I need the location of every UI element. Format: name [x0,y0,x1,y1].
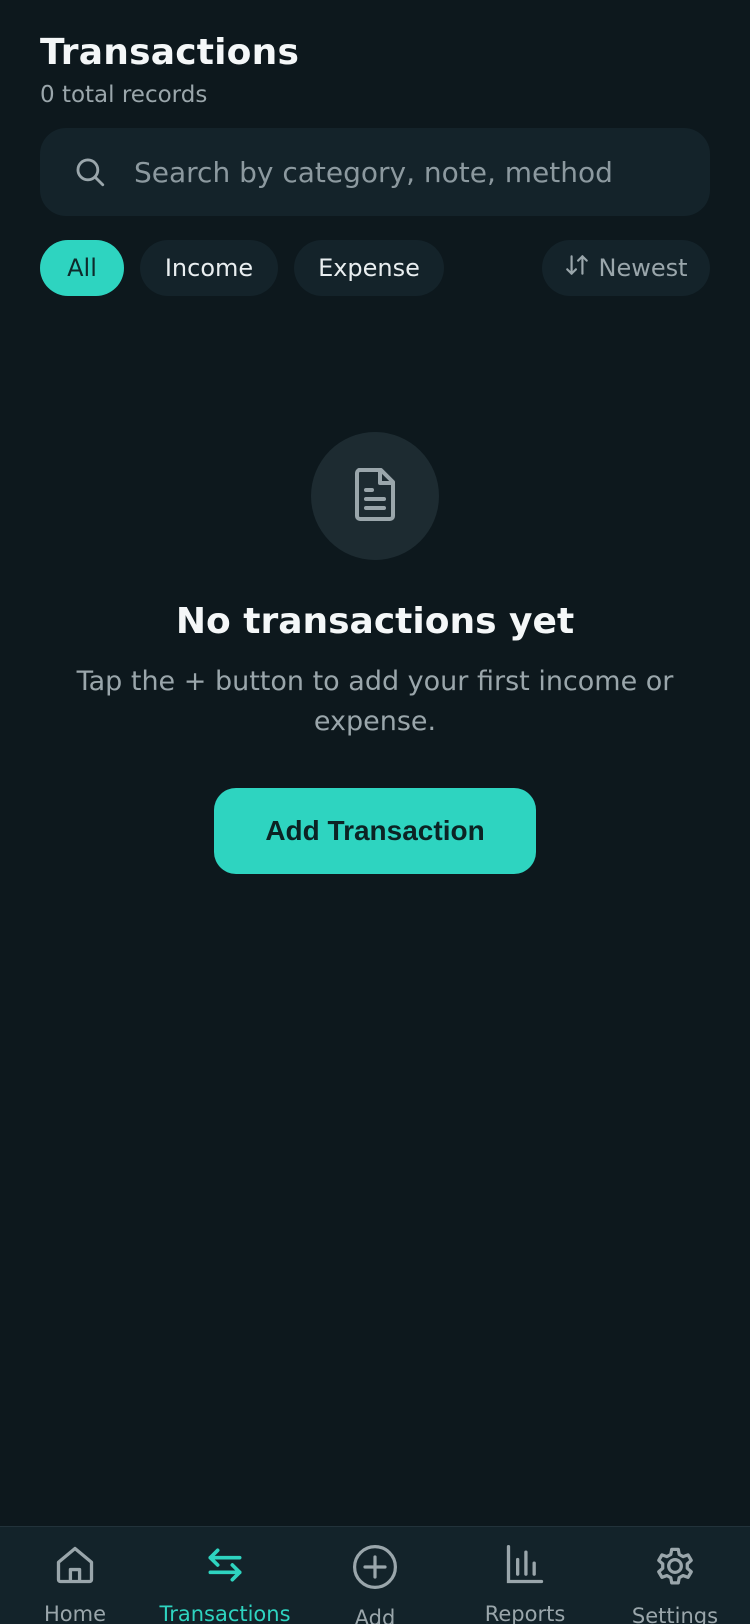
page-header: Transactions 0 total records [40,30,299,110]
nav-item-home[interactable]: Home [0,1527,150,1624]
nav-label-home: Home [43,1602,106,1624]
nav-item-settings[interactable]: Settings [600,1527,750,1624]
home-icon [51,1543,99,1587]
nav-label-add: Add [354,1606,396,1624]
sort-label: Newest [598,254,688,282]
search-input[interactable] [134,155,694,189]
search-icon [70,152,110,192]
filter-chip-income[interactable]: Income [140,240,278,296]
nav-item-transactions[interactable]: Transactions [150,1527,300,1624]
transactions-screen: Transactions 0 total records All Income … [0,0,750,1624]
plus-circle-icon [351,1543,399,1591]
empty-state-message: Tap the + button to add your first incom… [76,666,674,737]
nav-item-add[interactable]: Add [300,1527,450,1624]
nav-label-transactions: Transactions [159,1602,291,1624]
filter-chip-expense[interactable]: Expense [294,240,444,296]
empty-state-illustration [311,432,439,560]
document-icon [351,466,399,526]
bar-chart-icon [501,1543,549,1587]
search-bar[interactable] [40,128,710,216]
transfer-arrows-icon [201,1543,249,1587]
bottom-navigation: Home Transactions Add Reports Settings [0,1526,750,1624]
record-count: 0 total records [40,82,208,108]
sort-button[interactable]: Newest [542,240,710,296]
empty-state-title: No transactions yet [175,601,575,642]
page-title: Transactions [40,32,300,73]
nav-item-reports[interactable]: Reports [450,1527,600,1624]
filter-bar: All Income Expense Newest [40,240,710,296]
sort-arrows-icon [564,252,590,284]
nav-label-reports: Reports [484,1602,566,1624]
add-transaction-button[interactable]: Add Transaction [214,788,536,874]
gear-icon [651,1543,699,1589]
empty-state: No transactions yet Tap the + button to … [0,432,750,874]
nav-label-settings: Settings [631,1604,719,1624]
filter-chip-all[interactable]: All [40,240,124,296]
